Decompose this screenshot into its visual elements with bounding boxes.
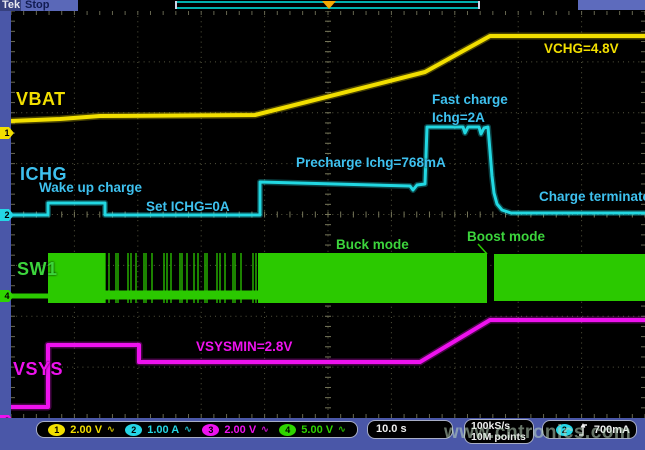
channel-3-badge: 3 bbox=[202, 424, 219, 436]
acquisition-readout[interactable]: 100kS/s 10M points bbox=[464, 419, 534, 444]
trigger-source-badge: 2 bbox=[556, 424, 573, 436]
waveform-traces bbox=[11, 11, 645, 418]
channel-1-bandwidth-icon: ∿ bbox=[107, 424, 115, 435]
channel-2-scale: 1.00 A bbox=[147, 424, 179, 436]
waveform-display: VBATVCHG=4.8VICHGWake up chargeSet ICHG=… bbox=[11, 11, 645, 418]
trigger-rising-edge-icon bbox=[578, 423, 589, 436]
channel-1-scale: 2.00 V bbox=[70, 424, 102, 436]
timebase-value: 10.0 s bbox=[368, 421, 452, 438]
scope-header: Tek Stop bbox=[0, 0, 645, 11]
timebase-readout[interactable]: 10.0 s bbox=[367, 420, 453, 439]
channel-2-badge: 2 bbox=[125, 424, 142, 436]
channel-2-readout[interactable]: 2 1.00 A ∿ bbox=[125, 424, 192, 436]
tek-logo: Tek bbox=[2, 0, 20, 11]
channel-1-badge: 1 bbox=[48, 424, 65, 436]
oscilloscope-screen: Tek Stop VBATVCHG=4.8VICHGWake up charge… bbox=[0, 0, 645, 450]
channel-1-readout[interactable]: 1 2.00 V ∿ bbox=[48, 424, 114, 436]
channel-2-bandwidth-icon: ∿ bbox=[184, 424, 192, 435]
channel-readouts-box[interactable]: 1 2.00 V ∿ 2 1.00 A ∿ 3 2.00 V ∿ 4 5.00 … bbox=[36, 421, 358, 438]
acquisition-status-button[interactable]: Stop bbox=[21, 0, 78, 11]
channel-3-scale: 2.00 V bbox=[224, 424, 256, 436]
trigger-level-value: 700mA bbox=[594, 424, 630, 436]
channel-4-badge: 4 bbox=[279, 424, 296, 436]
record-length-value: 10M points bbox=[465, 432, 533, 443]
trigger-readout[interactable]: 2 700mA bbox=[542, 420, 637, 439]
trigger-position-marker[interactable] bbox=[322, 1, 336, 9]
channel-3-bandwidth-icon: ∿ bbox=[261, 424, 269, 435]
channel-4-readout[interactable]: 4 5.00 V ∿ bbox=[279, 424, 345, 436]
channel-3-readout[interactable]: 3 2.00 V ∿ bbox=[202, 424, 268, 436]
status-bar: 1 2.00 V ∿ 2 1.00 A ∿ 3 2.00 V ∿ 4 5.00 … bbox=[0, 418, 645, 450]
acquisition-status-label: Stop bbox=[21, 0, 78, 11]
menu-area[interactable] bbox=[578, 0, 645, 10]
channel-4-scale: 5.00 V bbox=[301, 424, 333, 436]
channel-4-bandwidth-icon: ∿ bbox=[338, 424, 346, 435]
